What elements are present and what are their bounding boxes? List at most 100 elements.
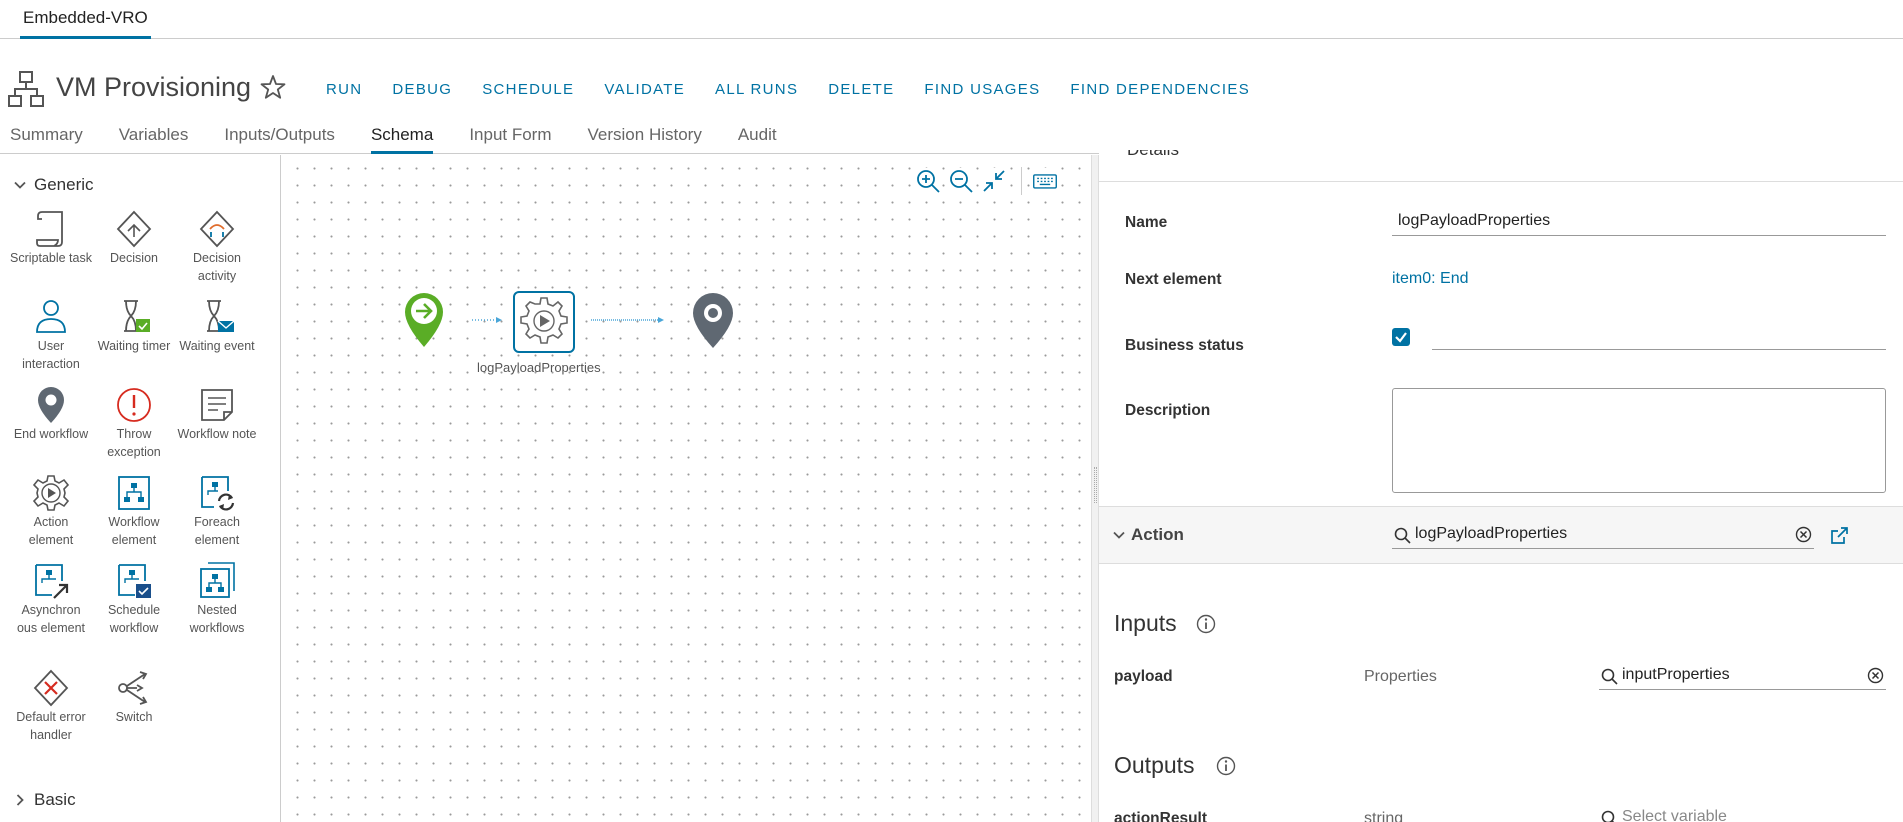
action-section-label: Action	[1131, 525, 1184, 544]
favorite-star-icon[interactable]	[260, 74, 286, 100]
palette-decision-activity[interactable]: Decision activity	[176, 209, 258, 285]
business-status-checkbox[interactable]	[1392, 328, 1410, 346]
workflow-icon	[8, 71, 44, 107]
palette-throw-exception[interactable]: Throw exception	[93, 385, 175, 461]
element-palette: Generic Scriptable task Decision Decisio…	[0, 155, 281, 822]
inputs-title: Inputs	[1114, 610, 1177, 636]
validate-button[interactable]: VALIDATE	[604, 81, 685, 98]
palette-item-label: Decision activity	[193, 251, 241, 283]
palette-workflow-element[interactable]: Workflow element	[93, 473, 175, 549]
palette-item-label: Action element	[28, 515, 74, 547]
schedule-button[interactable]: SCHEDULE	[482, 81, 574, 98]
details-section-label: Details	[1127, 150, 1179, 160]
palette-item-label: Scriptable task	[10, 251, 92, 265]
palette-asynchronous-element[interactable]: Asynchron ous element	[10, 561, 92, 637]
properties-panel: Details Name logPayloadProperties Next e…	[1099, 150, 1903, 822]
group-basic-label: Basic	[34, 790, 76, 809]
tab-audit[interactable]: Audit	[738, 125, 777, 154]
tab-variables[interactable]: Variables	[119, 125, 189, 154]
palette-decision[interactable]: Decision	[93, 209, 175, 267]
name-label: Name	[1125, 214, 1168, 231]
group-generic-toggle[interactable]: Generic	[14, 175, 94, 195]
clear-icon[interactable]	[1795, 526, 1812, 543]
palette-waiting-event[interactable]: Waiting event	[176, 297, 258, 355]
output-variable-field[interactable]: Select variable	[1599, 804, 1886, 822]
schedule-workflow-icon	[118, 564, 151, 598]
schema-canvas[interactable]: logPayloadProperties	[282, 155, 1091, 822]
panel-splitter[interactable]	[1091, 155, 1099, 822]
tab-inputs-outputs[interactable]: Inputs/Outputs	[224, 125, 335, 154]
waiting-timer-icon	[124, 300, 150, 332]
tab-version-history[interactable]: Version History	[588, 125, 702, 154]
workflow-element-icon	[118, 476, 150, 510]
info-icon[interactable]	[1216, 756, 1236, 776]
action-element-icon	[32, 475, 70, 511]
tab-embedded-vro[interactable]: Embedded-VRO	[20, 0, 151, 39]
next-element-link[interactable]: item0: End	[1392, 270, 1468, 288]
palette-item-label: Nested workflows	[189, 603, 245, 635]
chevron-down-icon	[1113, 531, 1125, 539]
scriptable-task-icon	[36, 211, 63, 247]
palette-waiting-timer[interactable]: Waiting timer	[93, 297, 175, 355]
palette-schedule-workflow[interactable]: Schedule workflow	[93, 561, 175, 637]
connector-arrow	[591, 317, 664, 323]
all-runs-button[interactable]: ALL RUNS	[715, 81, 798, 98]
tab-schema[interactable]: Schema	[370, 125, 434, 154]
input-param-type: Properties	[1364, 668, 1437, 685]
search-icon	[1394, 527, 1411, 544]
open-external-icon[interactable]	[1830, 526, 1849, 545]
palette-item-label: Throw exception	[107, 427, 161, 459]
palette-item-label: Foreach element	[194, 515, 240, 547]
output-variable-placeholder: Select variable	[1622, 808, 1727, 822]
input-variable-field[interactable]: inputProperties	[1599, 662, 1886, 690]
action-section-toggle[interactable]: Action	[1113, 525, 1184, 545]
debug-button[interactable]: DEBUG	[392, 81, 452, 98]
nested-workflows-icon	[200, 562, 235, 598]
palette-end-workflow[interactable]: End workflow	[10, 385, 92, 443]
find-usages-button[interactable]: FIND USAGES	[924, 81, 1040, 98]
outputs-title: Outputs	[1114, 752, 1195, 778]
palette-user-interaction[interactable]: User interaction	[10, 297, 92, 373]
run-button[interactable]: RUN	[326, 81, 362, 98]
palette-item-label: Schedule workflow	[107, 603, 161, 635]
connector-arrow	[472, 317, 502, 323]
foreach-element-icon	[201, 476, 235, 511]
switch-icon	[118, 671, 148, 705]
start-node[interactable]	[405, 293, 443, 347]
details-section-header[interactable]: Details	[1099, 150, 1903, 182]
palette-item-label: User interaction	[22, 339, 80, 371]
search-icon	[1601, 810, 1615, 822]
waiting-event-icon	[207, 300, 235, 332]
description-label: Description	[1125, 402, 1211, 419]
action-search-field[interactable]: logPayloadProperties	[1392, 521, 1814, 549]
action-toolbar: RUN DEBUG SCHEDULE VALIDATE ALL RUNS DEL…	[326, 81, 1280, 98]
action-search-value: logPayloadProperties	[1415, 525, 1568, 542]
top-tab-bar: Embedded-VRO	[0, 0, 1903, 39]
tab-input-form[interactable]: Input Form	[469, 125, 551, 154]
palette-workflow-note[interactable]: Workflow note	[176, 385, 258, 443]
group-basic-toggle[interactable]: Basic	[14, 790, 76, 810]
action-node[interactable]	[513, 291, 575, 353]
palette-foreach-element[interactable]: Foreach element	[176, 473, 258, 549]
palette-scriptable-task[interactable]: Scriptable task	[10, 209, 92, 267]
action-section: Action logPayloadProperties	[1099, 506, 1903, 564]
info-icon[interactable]	[1196, 614, 1216, 634]
delete-button[interactable]: DELETE	[828, 81, 894, 98]
end-node[interactable]	[693, 293, 733, 348]
palette-action-element[interactable]: Action element	[10, 473, 92, 549]
input-param-name: payload	[1114, 668, 1173, 685]
name-field[interactable]: logPayloadProperties	[1392, 208, 1886, 236]
palette-switch[interactable]: Switch	[93, 668, 175, 726]
tab-summary[interactable]: Summary	[10, 125, 83, 154]
next-element-label: Next element	[1125, 271, 1222, 288]
business-status-field[interactable]	[1432, 322, 1886, 350]
group-generic-label: Generic	[34, 175, 94, 194]
default-error-handler-icon	[33, 669, 69, 707]
splitter-grip[interactable]	[1094, 467, 1097, 503]
chevron-right-icon	[16, 794, 24, 806]
description-textarea[interactable]	[1392, 388, 1886, 493]
palette-nested-workflows[interactable]: Nested workflows	[176, 561, 258, 637]
palette-default-error-handler[interactable]: Default error handler	[10, 668, 92, 744]
clear-icon[interactable]	[1867, 667, 1884, 684]
find-dependencies-button[interactable]: FIND DEPENDENCIES	[1070, 81, 1250, 98]
